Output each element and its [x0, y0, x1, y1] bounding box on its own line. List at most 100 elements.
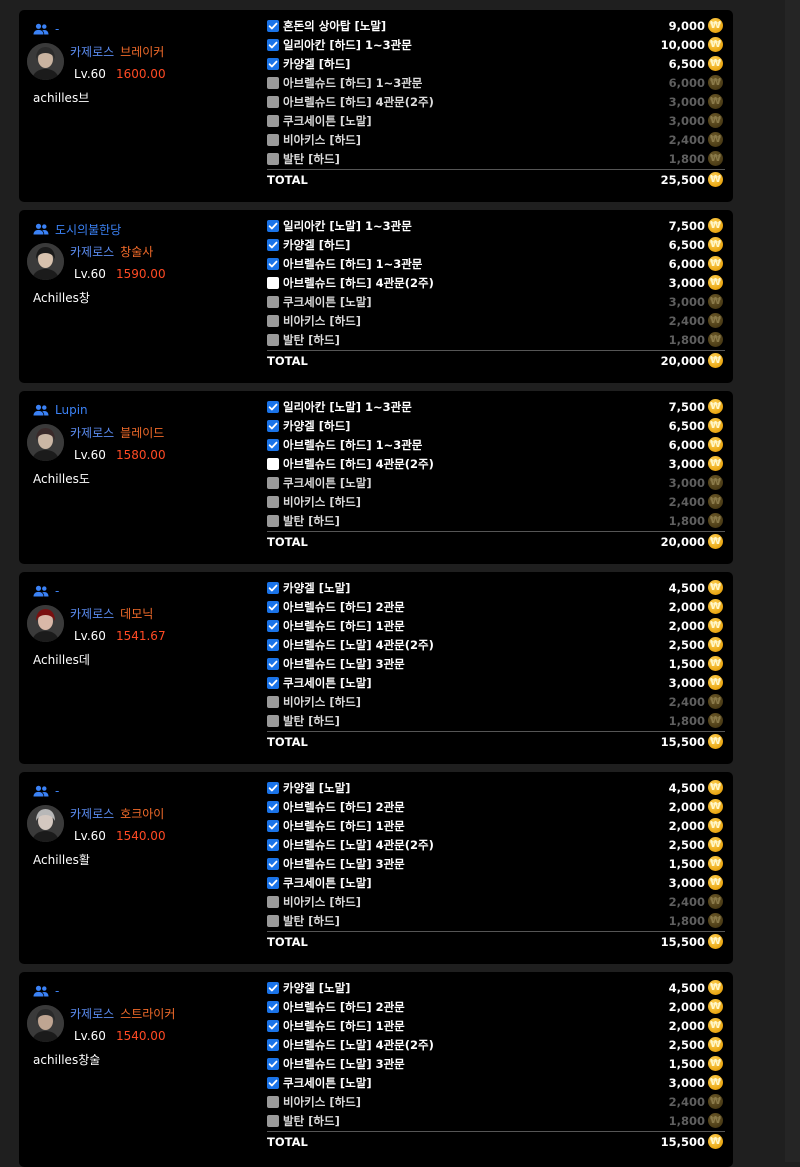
raid-checkbox[interactable] [267, 19, 279, 32]
raid-name: 아브렐슈드 [하드] 1관문 [283, 818, 405, 833]
raid-checkbox[interactable] [267, 457, 279, 470]
gold-amount: 3,000 [668, 94, 705, 109]
raid-checkbox[interactable] [267, 276, 279, 289]
check-icon [268, 783, 278, 793]
raid-gold: 1,800 ₩ [669, 330, 723, 349]
party-info[interactable]: - [33, 20, 59, 38]
raid-gold: 3,000 ₩ [669, 454, 723, 473]
raid-list: 혼돈의 상아탑 [노말] 9,000 ₩ 일리아칸 [하드] 1~3관문 10,000 ₩… [267, 16, 725, 189]
total-row: TOTAL 20,000 ₩ [267, 531, 725, 551]
raid-checkbox[interactable] [267, 238, 279, 251]
raid-name: 쿠크세이튼 [노말] [283, 675, 372, 690]
total-gold: 15,500 ₩ [661, 732, 723, 751]
gold-coin-icon: ₩ [708, 418, 723, 433]
raid-checkbox[interactable] [267, 57, 279, 70]
server-name: 카제로스 [70, 1007, 115, 1021]
gold-amount: 3,000 [668, 875, 705, 890]
raid-checkbox[interactable] [267, 1000, 279, 1013]
raid-checkbox[interactable] [267, 581, 279, 594]
gold-amount: 3,000 [668, 456, 705, 471]
raid-checkbox[interactable] [267, 600, 279, 613]
level-info: Lv.60 1540.00 [74, 1029, 166, 1043]
raid-checkbox[interactable] [267, 419, 279, 432]
raid-name: 아브렐슈드 [하드] 1~3관문 [283, 256, 423, 271]
check-icon [268, 59, 278, 69]
raid-name: 카양겔 [노말] [283, 580, 351, 595]
raid-row: 쿠크세이튼 [노말] 3,000 ₩ [267, 673, 725, 692]
total-label: TOTAL [267, 534, 308, 549]
total-amount: 25,500 [660, 172, 705, 187]
party-info[interactable]: - [33, 782, 59, 800]
raid-checkbox[interactable] [267, 638, 279, 651]
raid-checkbox[interactable] [267, 876, 279, 889]
raid-name: 발탄 [하드] [283, 713, 340, 728]
raid-gold: 3,000 ₩ [669, 292, 723, 311]
raid-checkbox[interactable] [267, 38, 279, 51]
raid-checkbox[interactable] [267, 257, 279, 270]
raid-checkbox[interactable] [267, 857, 279, 870]
party-info[interactable]: - [33, 982, 59, 1000]
scrollbar[interactable] [785, 0, 800, 1162]
raid-checkbox[interactable] [267, 1057, 279, 1070]
raid-gold: 9,000 ₩ [669, 16, 723, 35]
gold-coin-icon: ₩ [708, 151, 723, 166]
raid-checkbox[interactable] [267, 400, 279, 413]
raid-checkbox [267, 333, 279, 346]
check-icon [268, 240, 278, 250]
raid-checkbox[interactable] [267, 781, 279, 794]
check-icon [268, 583, 278, 593]
gold-coin-icon: ₩ [708, 275, 723, 290]
raid-name: 아브렐슈드 [하드] 2관문 [283, 999, 405, 1014]
raid-checkbox[interactable] [267, 838, 279, 851]
raid-row: 비아키스 [하드] 2,400 ₩ [267, 311, 725, 330]
raid-checkbox[interactable] [267, 819, 279, 832]
check-icon [268, 402, 278, 412]
raid-gold: 3,000 ₩ [669, 473, 723, 492]
gold-amount: 3,000 [668, 675, 705, 690]
gold-coin-icon: ₩ [708, 894, 723, 909]
raid-checkbox[interactable] [267, 657, 279, 670]
raid-name: 일리아칸 [하드] 1~3관문 [283, 37, 412, 52]
raid-checkbox[interactable] [267, 981, 279, 994]
total-amount: 15,500 [660, 934, 705, 949]
party-name: - [55, 784, 60, 798]
gold-coin-icon: ₩ [708, 1134, 723, 1149]
gold-coin-icon: ₩ [708, 637, 723, 652]
raid-checkbox[interactable] [267, 800, 279, 813]
raid-checkbox[interactable] [267, 1038, 279, 1051]
raid-checkbox[interactable] [267, 1019, 279, 1032]
raid-row: 카양겔 [노말] 4,500 ₩ [267, 978, 725, 997]
raid-checkbox[interactable] [267, 619, 279, 632]
party-icon [33, 223, 49, 235]
party-icon [33, 585, 49, 597]
raid-gold: 2,400 ₩ [669, 311, 723, 330]
check-icon [268, 621, 278, 631]
level-info: Lv.60 1590.00 [74, 267, 166, 281]
raid-checkbox[interactable] [267, 676, 279, 689]
raid-gold: 2,000 ₩ [669, 797, 723, 816]
party-info[interactable]: 도시의불한당 [33, 220, 121, 238]
raid-name: 비아키스 [하드] [283, 313, 361, 328]
raid-list: 일리아칸 [노말] 1~3관문 7,500 ₩ 카양겔 [하드] 6,500 ₩ 아브렐슈드… [267, 397, 725, 551]
check-icon [268, 1040, 278, 1050]
raid-gold: 2,400 ₩ [669, 130, 723, 149]
level: Lv.60 [74, 629, 106, 643]
party-info[interactable]: Lupin [33, 401, 88, 419]
party-info[interactable]: - [33, 582, 59, 600]
gold-coin-icon: ₩ [708, 656, 723, 671]
raid-name: 아브렐슈드 [하드] 1관문 [283, 1018, 405, 1033]
item-level: 1541.67 [115, 629, 166, 643]
class-name: 호크아이 [120, 807, 165, 821]
gold-amount: 6,500 [668, 418, 705, 433]
gold-amount: 9,000 [668, 18, 705, 33]
gold-amount: 2,400 [668, 894, 705, 909]
raid-row: 발탄 [하드] 1,800 ₩ [267, 711, 725, 730]
raid-checkbox[interactable] [267, 438, 279, 451]
gold-coin-icon: ₩ [708, 94, 723, 109]
item-level: 1580.00 [115, 448, 166, 462]
raid-checkbox[interactable] [267, 219, 279, 232]
gold-coin-icon: ₩ [708, 534, 723, 549]
raid-row: 쿠크세이튼 [노말] 3,000 ₩ [267, 873, 725, 892]
raid-checkbox[interactable] [267, 1076, 279, 1089]
raid-gold: 1,800 ₩ [669, 511, 723, 530]
